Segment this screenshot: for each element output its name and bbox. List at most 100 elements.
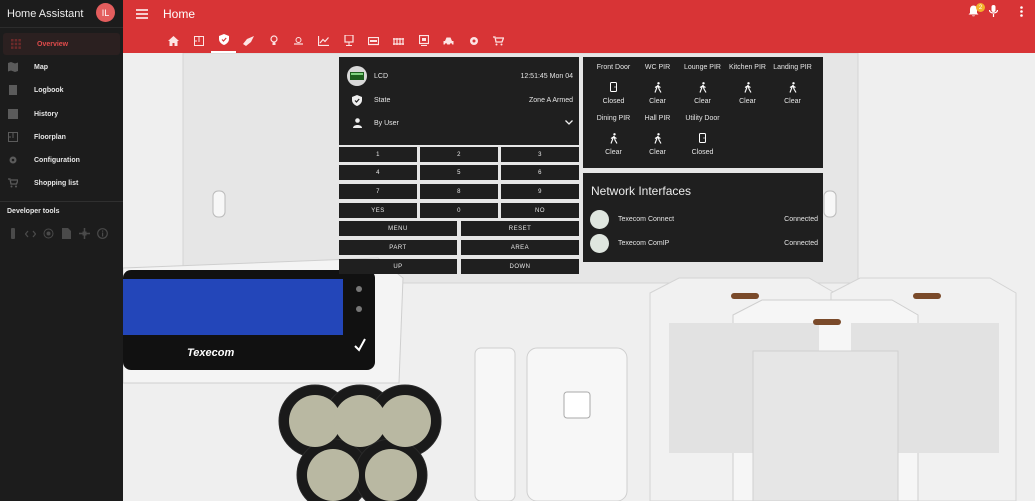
tab-heating[interactable] xyxy=(386,30,411,53)
sidebar-item-label: Map xyxy=(34,63,48,71)
menu-icon[interactable] xyxy=(135,7,149,21)
antenna-icon[interactable] xyxy=(43,228,54,239)
tab-home[interactable] xyxy=(161,30,186,53)
sidebar-item-map[interactable]: Map xyxy=(0,56,123,78)
key-7[interactable]: 7 xyxy=(339,184,417,199)
sensor-name: Kitchen PIR xyxy=(729,64,766,71)
shield-icon xyxy=(347,90,367,110)
map-icon xyxy=(8,62,18,72)
network-item[interactable]: Texecom ComIP Connected xyxy=(590,233,818,253)
network-item-name: Texecom ComIP xyxy=(618,239,670,247)
gear-icon xyxy=(469,33,479,51)
heater-icon xyxy=(393,33,404,51)
sidebar-item-shopping-list[interactable]: Shopping list xyxy=(0,172,123,194)
walk-icon xyxy=(591,127,636,149)
home-icon xyxy=(168,33,179,51)
microphone-icon xyxy=(988,4,998,22)
sensor-state: Clear xyxy=(605,149,622,156)
lcd-label: LCD xyxy=(374,72,389,80)
brand-logo: Texecom xyxy=(187,347,235,359)
sidebar-item-configuration[interactable]: Configuration xyxy=(0,149,123,171)
sensor-dining-pir[interactable]: Dining PIR Clear xyxy=(591,115,636,165)
info-icon[interactable] xyxy=(97,228,108,239)
user-row[interactable]: By User xyxy=(347,113,573,133)
key-5[interactable]: 5 xyxy=(420,165,498,180)
tab-lights[interactable] xyxy=(261,30,286,53)
sensor-landing-pir[interactable]: Landing PIR Clear xyxy=(770,64,815,114)
key-area[interactable]: AREA xyxy=(461,240,579,255)
key-reset[interactable]: RESET xyxy=(461,221,579,236)
sidebar-item-history[interactable]: History xyxy=(0,103,123,125)
sensor-wc-pir[interactable]: WC PIR Clear xyxy=(635,64,680,114)
overflow-menu-button[interactable] xyxy=(1014,6,1028,20)
key-yes[interactable]: YES xyxy=(339,203,417,218)
key-9[interactable]: 9 xyxy=(501,184,579,199)
sensor-lounge-pir[interactable]: Lounge PIR Clear xyxy=(680,64,725,114)
tab-shopping[interactable] xyxy=(486,30,511,53)
sidebar-item-floorplan[interactable]: Floorplan xyxy=(0,126,123,148)
sensor-front-door[interactable]: Front Door Closed xyxy=(591,64,636,114)
sidebar-item-label: History xyxy=(34,110,59,118)
key-menu[interactable]: MENU xyxy=(339,221,457,236)
grid-icon xyxy=(11,39,21,49)
floorplan-icon xyxy=(8,132,18,142)
walk-icon xyxy=(680,76,725,98)
key-8[interactable]: 8 xyxy=(420,184,498,199)
key-down[interactable]: DOWN xyxy=(461,259,579,274)
chart-icon xyxy=(317,33,329,51)
sensor-kitchen-pir[interactable]: Kitchen PIR Clear xyxy=(725,64,770,114)
app-toolbar: Home xyxy=(123,0,1035,53)
key-part[interactable]: PART xyxy=(339,240,457,255)
network-item-status: Connected xyxy=(784,239,818,247)
tab-monitor[interactable] xyxy=(336,30,361,53)
network-item[interactable]: Texecom Connect Connected xyxy=(590,209,818,229)
sensor-state: Closed xyxy=(602,98,625,105)
avatar[interactable]: IL xyxy=(96,3,115,22)
walk-icon xyxy=(635,76,680,98)
alarm-panel-card: LCD 12:51:45 Mon 04 State Zone A Armed B… xyxy=(339,57,579,145)
developer-tools-bar xyxy=(7,228,108,239)
key-no[interactable]: NO xyxy=(501,203,579,218)
chevron-down-icon[interactable] xyxy=(565,119,573,127)
sidebar-item-overview[interactable]: Overview xyxy=(3,33,120,55)
tab-weather[interactable] xyxy=(286,30,311,53)
sensor-utility-door[interactable]: Utility Door Closed xyxy=(680,115,725,165)
file-icon[interactable] xyxy=(61,228,72,239)
person-icon xyxy=(347,113,367,133)
tab-alarm[interactable] xyxy=(211,30,236,53)
key-up[interactable]: UP xyxy=(339,259,457,274)
key-1[interactable]: 1 xyxy=(339,147,417,162)
key-6[interactable]: 6 xyxy=(501,165,579,180)
voice-button[interactable] xyxy=(986,4,1000,22)
sensor-name: Lounge PIR xyxy=(684,64,721,71)
state-label: State xyxy=(374,96,391,104)
sidebar-item-label: Overview xyxy=(37,40,69,48)
walk-icon xyxy=(770,76,815,98)
tab-devices[interactable] xyxy=(411,30,436,53)
sensor-hall-pir[interactable]: Hall PIR Clear xyxy=(635,115,680,165)
media-icon xyxy=(418,33,429,51)
device-icon xyxy=(590,209,609,229)
view-tabs xyxy=(161,30,511,53)
key-0[interactable]: 0 xyxy=(420,203,498,218)
key-4[interactable]: 4 xyxy=(339,165,417,180)
remote-icon[interactable] xyxy=(7,228,18,239)
key-3[interactable]: 3 xyxy=(501,147,579,162)
tab-rocket[interactable] xyxy=(236,30,261,53)
gear-icon xyxy=(8,155,18,165)
tab-floorplan[interactable] xyxy=(186,30,211,53)
tab-settings[interactable] xyxy=(461,30,486,53)
walk-icon xyxy=(725,76,770,98)
network-icon[interactable] xyxy=(79,228,90,239)
lcd-icon xyxy=(347,66,367,86)
lcd-row: LCD 12:51:45 Mon 04 xyxy=(347,66,573,86)
tab-history[interactable] xyxy=(311,30,336,53)
tab-car[interactable] xyxy=(436,30,461,53)
tab-media[interactable] xyxy=(361,30,386,53)
code-icon[interactable] xyxy=(25,228,36,239)
sensor-name: Front Door xyxy=(596,64,631,71)
sidebar: Home Assistant IL Overview Map Logbook H… xyxy=(0,0,123,501)
sidebar-item-logbook[interactable]: Logbook xyxy=(0,79,123,101)
key-2[interactable]: 2 xyxy=(420,147,498,162)
monitor-icon xyxy=(343,33,354,51)
